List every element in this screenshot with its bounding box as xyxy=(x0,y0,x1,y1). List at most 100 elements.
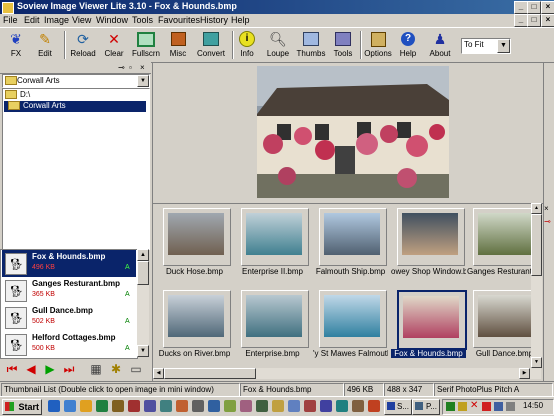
child-minimize-button[interactable]: _ xyxy=(514,14,528,27)
fullscreen-button[interactable]: Fullscrn xyxy=(131,28,161,62)
tree-item-selected[interactable]: Corwall Arts xyxy=(4,101,146,112)
app-quicklaunch-icon[interactable] xyxy=(160,400,172,412)
close-button[interactable]: × xyxy=(541,1,554,14)
menu-view[interactable]: View xyxy=(72,15,91,25)
list-item[interactable]: 🐕︎ Ganges Resturant.bmp 365 KB A xyxy=(2,277,136,304)
fx-button[interactable]: ❦ FX xyxy=(4,28,28,62)
scroll-thumb[interactable] xyxy=(531,214,542,276)
app-quicklaunch-icon[interactable] xyxy=(128,400,140,412)
thumbs-button[interactable]: Thumbs xyxy=(296,28,326,62)
reload-button[interactable]: ⟳ Reload xyxy=(69,28,97,62)
app-quicklaunch-icon[interactable] xyxy=(368,400,380,412)
zoom-select[interactable]: To Fit ▼ xyxy=(461,38,511,54)
scroll-thumb[interactable] xyxy=(137,261,149,285)
chevron-down-icon[interactable]: ▼ xyxy=(497,39,510,53)
menu-tools[interactable]: Tools xyxy=(132,15,153,25)
tray-icon[interactable] xyxy=(446,402,455,411)
list-item[interactable]: 🐕︎ Gull Dance.bmp 502 KB A xyxy=(2,304,136,331)
app-quicklaunch-icon[interactable] xyxy=(336,400,348,412)
loupe-button[interactable]: 🔍︎ Loupe xyxy=(265,28,291,62)
app-quicklaunch-icon[interactable] xyxy=(192,400,204,412)
maximize-button[interactable]: □ xyxy=(527,1,541,14)
app-quicklaunch-icon[interactable] xyxy=(96,400,108,412)
minimize-button[interactable]: _ xyxy=(514,1,528,14)
restore-icon[interactable]: ▫ xyxy=(129,63,138,72)
app-quicklaunch-icon[interactable] xyxy=(288,400,300,412)
app-icon[interactable] xyxy=(2,2,14,14)
thumbnail-item[interactable]: Enterprise II.bmp xyxy=(235,208,310,278)
thumbnail-item[interactable]: 'y St Mawes Falmouth.t xyxy=(313,290,388,360)
file-list[interactable]: 🐕︎ Fox & Hounds.bmp 496 KB A 🐕︎ Ganges R… xyxy=(0,249,138,359)
app-quicklaunch-icon[interactable] xyxy=(144,400,156,412)
options-button[interactable]: Options xyxy=(364,28,392,62)
previous-image-icon[interactable]: ◀ xyxy=(23,361,39,377)
scroll-down-button[interactable]: ▼ xyxy=(137,345,149,357)
menu-history[interactable]: History xyxy=(200,15,228,25)
thumbnail-item[interactable]: Ducks on River.bmp xyxy=(157,290,232,360)
tray-x-icon[interactable]: ✕ xyxy=(470,400,478,411)
about-button[interactable]: ♟ About xyxy=(428,28,452,62)
slideshow-icon[interactable]: ▦ xyxy=(88,361,104,377)
pin-icon[interactable]: ⊸ xyxy=(118,63,127,72)
outlook-icon[interactable] xyxy=(64,400,76,412)
taskbar-button-soview[interactable]: S... xyxy=(384,399,412,415)
thumbnail-horizontal-scrollbar[interactable]: ◀ ▶ xyxy=(153,368,541,379)
tray-icon[interactable] xyxy=(494,402,503,411)
thumbnail-item-selected[interactable]: Fox & Hounds.bmp xyxy=(391,290,467,360)
thumbnail-item[interactable]: owey Shop Window.bm xyxy=(391,208,466,278)
scroll-up-button[interactable]: ▲ xyxy=(531,203,542,214)
next-image-icon[interactable]: ▶ xyxy=(42,361,58,377)
menu-file[interactable]: File xyxy=(3,15,18,25)
speaker-icon[interactable] xyxy=(506,402,515,411)
app-quicklaunch-icon[interactable] xyxy=(272,400,284,412)
file-list-scrollbar[interactable]: ▲ ▼ xyxy=(137,249,149,357)
info-button[interactable]: i Info xyxy=(236,28,258,62)
thumbnail-list[interactable]: Duck Hose.bmp Enterprise II.bmp Falmouth… xyxy=(152,203,544,382)
ie-icon[interactable] xyxy=(48,400,60,412)
first-image-icon[interactable]: ⏮ xyxy=(4,361,20,377)
last-image-icon[interactable]: ⏭ xyxy=(61,361,77,377)
panel-close-icon[interactable]: × xyxy=(140,63,149,72)
tray-icon[interactable] xyxy=(482,402,491,411)
scroll-left-button[interactable]: ◀ xyxy=(153,368,164,379)
list-item[interactable]: 🐕︎ Helford Cottages.bmp 500 KB A xyxy=(2,331,136,358)
list-item[interactable]: 🐕︎ Fox & Hounds.bmp 496 KB A xyxy=(2,250,136,277)
app-quicklaunch-icon[interactable] xyxy=(112,400,124,412)
menu-window[interactable]: Window xyxy=(96,15,128,25)
menu-help[interactable]: Help xyxy=(231,15,250,25)
scroll-down-button[interactable]: ▼ xyxy=(531,357,542,368)
app-quicklaunch-icon[interactable] xyxy=(256,400,268,412)
app-quicklaunch-icon[interactable] xyxy=(240,400,252,412)
thumbnail-item[interactable]: Duck Hose.bmp xyxy=(157,208,232,278)
menu-favourites[interactable]: Favourites xyxy=(158,15,200,25)
tree-item-root[interactable]: D:\ xyxy=(5,90,30,101)
folder-combo[interactable]: Corwall Arts ▼ xyxy=(2,74,150,88)
thumbnail-item[interactable]: Enterprise.bmp xyxy=(235,290,310,360)
menu-image[interactable]: Image xyxy=(44,15,69,25)
scroll-thumb[interactable] xyxy=(164,368,256,379)
scroll-up-button[interactable]: ▲ xyxy=(137,249,149,261)
edit-button[interactable]: ✎ Edit xyxy=(32,28,58,62)
app-quicklaunch-icon[interactable] xyxy=(224,400,236,412)
start-button[interactable]: Start xyxy=(2,399,42,415)
child-close-button[interactable]: × xyxy=(541,14,554,27)
tray-icon[interactable] xyxy=(458,402,467,411)
settings-icon[interactable]: ✱ xyxy=(108,361,124,377)
app-quicklaunch-icon[interactable] xyxy=(320,400,332,412)
app-quicklaunch-icon[interactable] xyxy=(208,400,220,412)
chevron-down-icon[interactable]: ▼ xyxy=(137,75,149,87)
scroll-right-button[interactable]: ▶ xyxy=(519,368,530,379)
taskbar-button-photoplus[interactable]: P... xyxy=(412,399,440,415)
app-quicklaunch-icon[interactable] xyxy=(304,400,316,412)
pin-icon[interactable]: ⊸ xyxy=(544,217,551,226)
app-quicklaunch-icon[interactable] xyxy=(176,400,188,412)
thumbnail-vertical-scrollbar[interactable]: ▲ ▼ xyxy=(531,203,542,368)
help-button[interactable]: ? Help xyxy=(397,28,419,62)
clear-button[interactable]: ✕ Clear xyxy=(102,28,126,62)
app-quicklaunch-icon[interactable] xyxy=(352,400,364,412)
refresh-icon[interactable]: ▭ xyxy=(128,361,144,377)
thumbnail-item[interactable]: Falmouth Ship.bmp xyxy=(313,208,388,278)
convert-button[interactable]: Convert xyxy=(195,28,227,62)
child-restore-button[interactable]: □ xyxy=(527,14,541,27)
misc-button[interactable]: Misc xyxy=(166,28,190,62)
